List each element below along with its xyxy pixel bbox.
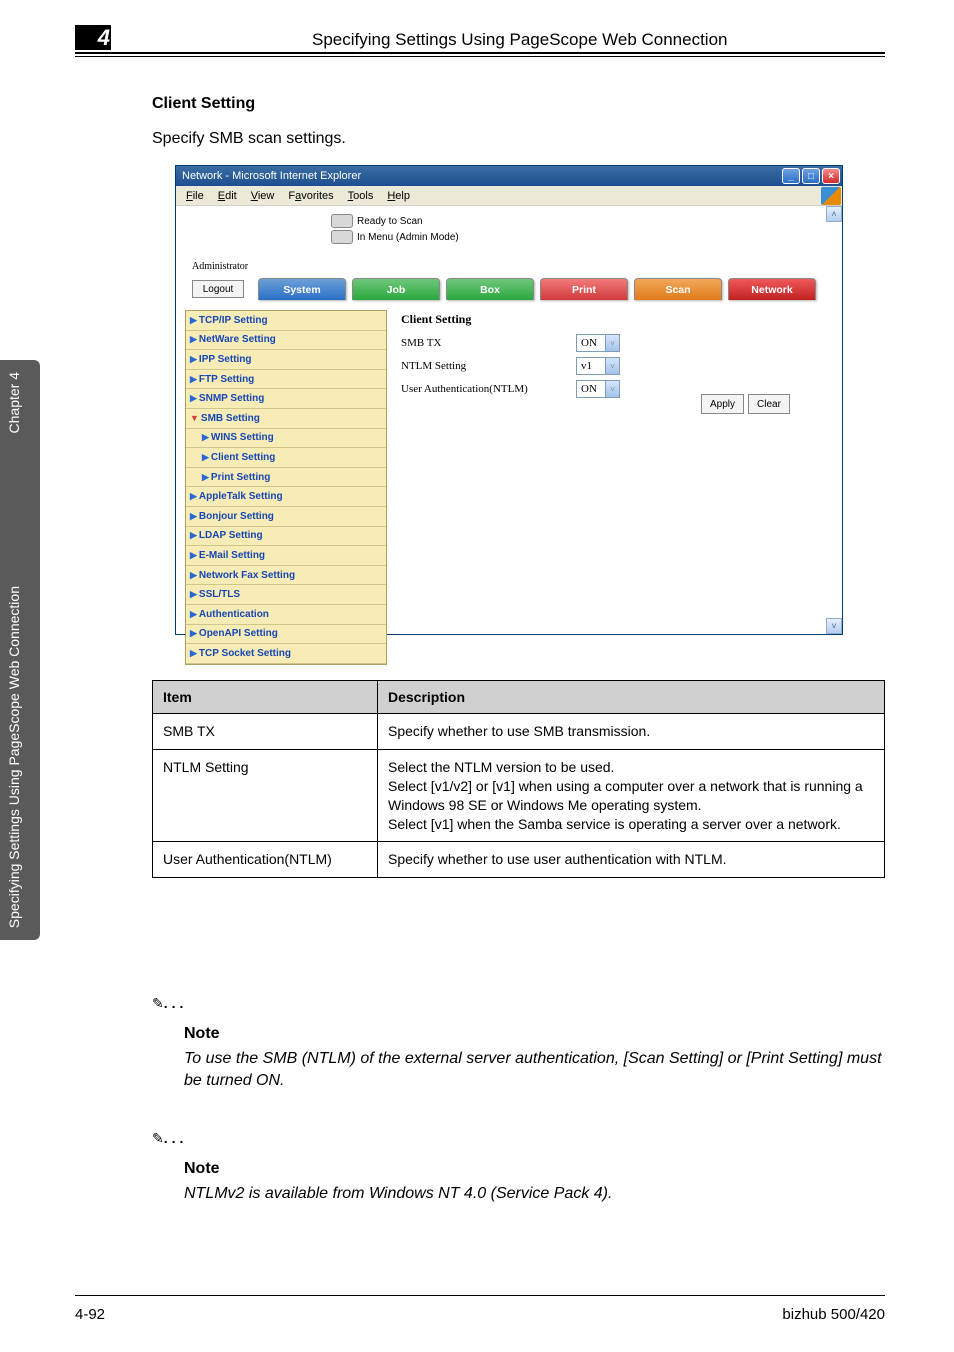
- menu-help[interactable]: Help: [381, 188, 416, 204]
- sidebar-item-auth[interactable]: ▶Authentication: [186, 605, 386, 625]
- row-ntlm: NTLM Setting v1˅: [401, 356, 620, 376]
- note1-body: To use the SMB (NTLM) of the external se…: [184, 1048, 884, 1091]
- title-bar: Network - Microsoft Internet Explorer _ …: [176, 166, 842, 186]
- sidebar-item-ldap[interactable]: ▶LDAP Setting: [186, 527, 386, 547]
- label-ntlm: NTLM Setting: [401, 360, 576, 372]
- section-title: Client Setting: [152, 95, 255, 113]
- cell-item: User Authentication(NTLM): [153, 842, 378, 878]
- minimize-button[interactable]: _: [782, 168, 800, 184]
- window-controls: _ □ ×: [782, 168, 840, 184]
- sidebar-item-ftp[interactable]: ▶FTP Setting: [186, 370, 386, 390]
- side-tab: Chapter 4 Specifying Settings Using Page…: [0, 360, 40, 940]
- printer-icon: [331, 214, 353, 228]
- tab-network[interactable]: Network: [728, 278, 816, 300]
- logout-button[interactable]: Logout: [192, 280, 244, 298]
- ready-text: Ready to Scan: [357, 216, 423, 227]
- top-tabs: System Job Box Print Scan Network: [258, 278, 822, 300]
- panel-icon: [331, 230, 353, 244]
- note2-body: NTLMv2 is available from Windows NT 4.0 …: [184, 1183, 884, 1205]
- label-userauth: User Authentication(NTLM): [401, 383, 576, 395]
- menu-favorites[interactable]: Favorites: [282, 188, 339, 204]
- tab-print[interactable]: Print: [540, 278, 628, 300]
- chevron-down-icon: ˅: [605, 358, 619, 374]
- chapter-number: 4: [98, 25, 110, 51]
- chapter-marker: 4: [75, 25, 111, 50]
- cell-item: SMB TX: [153, 714, 378, 750]
- content-area: Client Setting SMB TX ON˅ NTLM Setting v…: [401, 312, 620, 402]
- sidebar-item-print-setting[interactable]: ▶Print Setting: [186, 468, 386, 488]
- close-button[interactable]: ×: [822, 168, 840, 184]
- row-smbtx: SMB TX ON˅: [401, 333, 620, 353]
- browser-body: ˄ ˅ Ready to Scan In Menu (Admin Mode) A…: [176, 206, 842, 634]
- footer-page-number: 4-92: [75, 1306, 105, 1323]
- note1-title: Note: [184, 1025, 220, 1043]
- table-row: NTLM Setting Select the NTLM version to …: [153, 749, 885, 842]
- tab-job[interactable]: Job: [352, 278, 440, 300]
- th-item: Item: [153, 681, 378, 714]
- sidebar-item-netware[interactable]: ▶NetWare Setting: [186, 331, 386, 351]
- sidebar-item-ssltls[interactable]: ▶SSL/TLS: [186, 585, 386, 605]
- cell-desc: Specify whether to use user authenticati…: [378, 842, 885, 878]
- maximize-button[interactable]: □: [802, 168, 820, 184]
- clear-button[interactable]: Clear: [748, 394, 790, 414]
- chevron-down-icon: ˅: [605, 381, 619, 397]
- sidebar-item-bonjour[interactable]: ▶Bonjour Setting: [186, 507, 386, 527]
- menu-mode-text: In Menu (Admin Mode): [357, 232, 459, 243]
- note2-title: Note: [184, 1160, 220, 1178]
- header-divider-thick: [75, 52, 885, 54]
- ie-logo-icon: [821, 187, 841, 205]
- cell-item: NTLM Setting: [153, 749, 378, 842]
- sidebar-item-appletalk[interactable]: ▶AppleTalk Setting: [186, 487, 386, 507]
- sidebar-item-tcpsocket[interactable]: ▶TCP Socket Setting: [186, 644, 386, 664]
- apply-clear-group: Apply Clear: [701, 394, 790, 414]
- cell-desc: Specify whether to use SMB transmission.: [378, 714, 885, 750]
- sidebar-item-ipp[interactable]: ▶IPP Setting: [186, 350, 386, 370]
- section-subtitle: Specify SMB scan settings.: [152, 130, 346, 148]
- table-row: SMB TX Specify whether to use SMB transm…: [153, 714, 885, 750]
- chevron-down-icon: ˅: [605, 335, 619, 351]
- note-icon: ✎...: [152, 1130, 187, 1147]
- scroll-up-button[interactable]: ˄: [826, 206, 842, 222]
- sidebar-item-openapi[interactable]: ▶OpenAPI Setting: [186, 625, 386, 645]
- sidebar-item-smb[interactable]: ▼SMB Setting: [186, 409, 386, 429]
- tab-scan[interactable]: Scan: [634, 278, 722, 300]
- side-chapter-label: Chapter 4: [6, 372, 22, 433]
- apply-button[interactable]: Apply: [701, 394, 744, 414]
- menu-file[interactable]: File: [180, 188, 210, 204]
- menu-bar: File Edit View Favorites Tools Help: [176, 186, 842, 206]
- th-desc: Description: [378, 681, 885, 714]
- browser-window: Network - Microsoft Internet Explorer _ …: [175, 165, 843, 635]
- admin-label: Administrator: [192, 261, 248, 272]
- cell-desc: Select the NTLM version to be used. Sele…: [378, 749, 885, 842]
- tab-system[interactable]: System: [258, 278, 346, 300]
- tab-box[interactable]: Box: [446, 278, 534, 300]
- sidebar-item-snmp[interactable]: ▶SNMP Setting: [186, 389, 386, 409]
- sidebar-item-email[interactable]: ▶E-Mail Setting: [186, 546, 386, 566]
- status-area: Ready to Scan In Menu (Admin Mode): [331, 214, 459, 244]
- side-tab-label: Specifying Settings Using PageScope Web …: [6, 586, 22, 928]
- footer-divider: [75, 1295, 885, 1296]
- row-userauth: User Authentication(NTLM) ON˅: [401, 379, 620, 399]
- footer-model: bizhub 500/420: [782, 1306, 885, 1323]
- description-table: Item Description SMB TX Specify whether …: [152, 680, 885, 878]
- table-row: User Authentication(NTLM) Specify whethe…: [153, 842, 885, 878]
- page-title: Specifying Settings Using PageScope Web …: [312, 30, 728, 50]
- select-userauth[interactable]: ON˅: [576, 380, 620, 398]
- content-title: Client Setting: [401, 312, 620, 327]
- note-icon: ✎...: [152, 995, 187, 1012]
- select-ntlm[interactable]: v1˅: [576, 357, 620, 375]
- scroll-down-button[interactable]: ˅: [826, 618, 842, 634]
- select-smbtx[interactable]: ON˅: [576, 334, 620, 352]
- menu-edit[interactable]: Edit: [212, 188, 243, 204]
- menu-tools[interactable]: Tools: [342, 188, 380, 204]
- sidebar-item-netfax[interactable]: ▶Network Fax Setting: [186, 566, 386, 586]
- window-title: Network - Microsoft Internet Explorer: [178, 170, 361, 182]
- menu-view[interactable]: View: [245, 188, 281, 204]
- sidebar-item-client[interactable]: ▶Client Setting: [186, 448, 386, 468]
- sidebar-item-tcpip[interactable]: ▶TCP/IP Setting: [186, 311, 386, 331]
- sidebar-item-wins[interactable]: ▶WINS Setting: [186, 429, 386, 449]
- label-smbtx: SMB TX: [401, 337, 576, 349]
- header-divider-thin: [75, 56, 885, 57]
- sidebar: ▶TCP/IP Setting ▶NetWare Setting ▶IPP Se…: [185, 310, 387, 665]
